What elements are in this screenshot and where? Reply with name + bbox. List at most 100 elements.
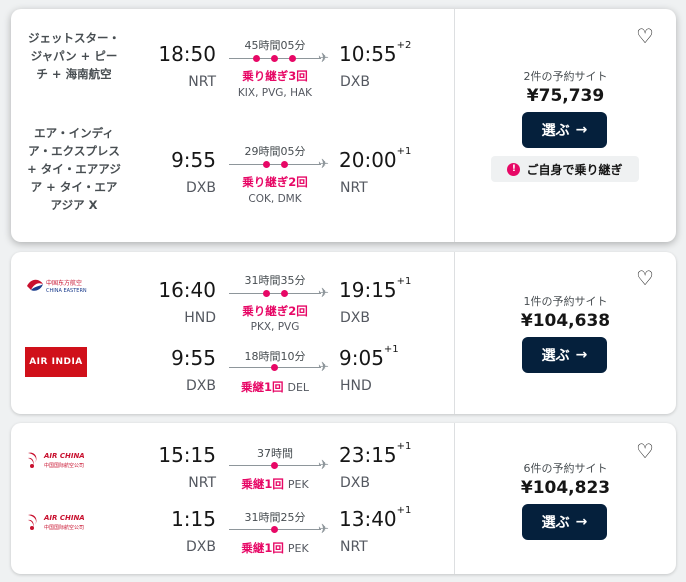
stops-label: 乗り継ぎ2回	[242, 304, 308, 318]
day-offset: +1	[396, 441, 412, 452]
airline-name: エア・インディア・エクスプレス + タイ・エアアジア + タイ・エアアジア X	[27, 126, 121, 212]
departure-airport: DXB	[186, 539, 216, 555]
arrival-time: 20:00+1	[339, 146, 412, 172]
arrival-time: 10:55+2	[339, 40, 411, 66]
flight-duration: 31時間25分	[244, 511, 306, 524]
arrival-airport: DXB	[340, 74, 370, 90]
return-leg: AIR CHINA 中国国际航空公司 1:15 DXB 31時間25分 ✈ 乗継…	[11, 498, 454, 574]
arrival-time: 23:15+1	[339, 441, 412, 467]
arrow-right-icon: →	[575, 122, 588, 138]
flight-duration: 18時間10分	[244, 350, 306, 363]
booking-sites-count: 2件の予約サイト	[523, 70, 608, 83]
outbound-leg: 中国东方航空 CHINA EASTERN 16:40 HND 31時間35分 ✈…	[11, 252, 454, 333]
air-china-logo-text: AIR CHINA	[43, 452, 85, 460]
stop-dot	[263, 290, 270, 297]
price: ¥104,638	[520, 311, 611, 331]
price: ¥104,823	[520, 478, 611, 498]
select-button[interactable]: 選ぶ →	[522, 504, 607, 540]
booking-sites-count: 6件の予約サイト	[523, 462, 608, 475]
departure-time: 1:15	[171, 507, 216, 531]
arrival-time: 19:15+1	[339, 276, 412, 302]
result-card-3[interactable]: AIR CHINA 中国国际航空公司 15:15 NRT 37時間 ✈ 乗継1回…	[11, 423, 676, 574]
self-transfer-label: ご自身で乗り継ぎ	[526, 162, 623, 177]
stops-line	[229, 161, 321, 168]
arrow-right-icon: →	[575, 347, 588, 363]
arrival-time: 9:05+1	[339, 344, 399, 370]
stop-dot	[271, 462, 278, 469]
outbound-leg: ジェットスター・ジャパン + ピーチ + 海南航空 18:50 NRT 45時間…	[11, 9, 454, 124]
arrival-airport: HND	[340, 378, 372, 394]
china-eastern-logo-cn: 中国东方航空	[46, 279, 82, 287]
select-button-label: 選ぶ	[541, 348, 570, 364]
air-china-logo-text: AIR CHINA	[43, 514, 85, 522]
via-airports: PEK	[287, 478, 309, 491]
arrival-airport: DXB	[340, 475, 370, 491]
air-india-logo-text: AIR INDIA	[29, 357, 83, 367]
arrival-airport: NRT	[340, 180, 368, 196]
heart-outline-icon[interactable]: ♡	[636, 441, 654, 461]
plane-icon: ✈	[318, 360, 329, 375]
china-eastern-logo: 中国东方航空 CHINA EASTERN	[25, 276, 101, 300]
departure-time: 18:50	[158, 42, 216, 66]
arrival-time-value: 10:55	[339, 42, 397, 66]
stops-line	[229, 526, 321, 533]
result-card-1[interactable]: ジェットスター・ジャパン + ピーチ + 海南航空 18:50 NRT 45時間…	[11, 9, 676, 242]
plane-icon: ✈	[318, 522, 329, 537]
select-button-label: 選ぶ	[541, 515, 570, 531]
via-airports: PEK	[287, 542, 309, 555]
heart-outline-icon[interactable]: ♡	[636, 268, 654, 288]
price-panel: ♡ 6件の予約サイト ¥104,823 選ぶ →	[455, 423, 676, 574]
departure-time: 16:40	[158, 278, 216, 302]
stop-dot	[271, 55, 278, 62]
return-leg: エア・インディア・エクスプレス + タイ・エアアジア + タイ・エアアジア X …	[11, 124, 454, 242]
arrival-time-value: 9:05	[339, 346, 384, 370]
select-button[interactable]: 選ぶ →	[522, 337, 607, 373]
departure-time: 15:15	[158, 443, 216, 467]
flight-duration: 31時間35分	[244, 274, 306, 287]
stops-line	[229, 55, 321, 62]
flight-duration: 29時間05分	[244, 145, 306, 158]
arrival-time-value: 20:00	[339, 148, 397, 172]
day-offset: +1	[396, 276, 412, 287]
air-china-logo-cn: 中国国际航空公司	[44, 524, 84, 531]
self-transfer-badge: ! ご自身で乗り継ぎ	[491, 156, 639, 182]
stops-count: 乗継1回	[241, 477, 284, 491]
stop-dot	[281, 290, 288, 297]
departure-airport: NRT	[188, 475, 216, 491]
air-india-logo: AIR INDIA	[25, 347, 87, 377]
arrival-time: 13:40+1	[339, 505, 412, 531]
arrival-time-value: 13:40	[339, 507, 397, 531]
arrival-time-value: 19:15	[339, 278, 397, 302]
day-offset: +1	[396, 505, 412, 516]
plane-icon: ✈	[318, 286, 329, 301]
booking-sites-count: 1件の予約サイト	[523, 295, 608, 308]
air-china-logo-cn: 中国国际航空公司	[44, 462, 84, 469]
arrival-airport: DXB	[340, 310, 370, 326]
select-button[interactable]: 選ぶ →	[522, 112, 607, 148]
arrival-time-value: 23:15	[339, 443, 397, 467]
flight-duration: 37時間	[257, 447, 293, 460]
outbound-leg: AIR CHINA 中国国际航空公司 15:15 NRT 37時間 ✈ 乗継1回…	[11, 423, 454, 498]
flight-duration: 45時間05分	[244, 39, 306, 52]
stop-dot	[253, 55, 260, 62]
stops-label: 乗継1回 PEK	[211, 476, 339, 492]
plane-icon: ✈	[318, 157, 329, 172]
heart-outline-icon[interactable]: ♡	[636, 26, 654, 46]
price: ¥75,739	[526, 86, 605, 106]
airline-name: ジェットスター・ジャパン + ピーチ + 海南航空	[28, 31, 120, 81]
stop-dot	[289, 55, 296, 62]
stops-label: 乗り継ぎ3回	[242, 69, 308, 83]
via-airports: DEL	[287, 381, 310, 394]
result-card-2[interactable]: 中国东方航空 CHINA EASTERN 16:40 HND 31時間35分 ✈…	[11, 252, 676, 414]
stop-dot	[263, 161, 270, 168]
return-leg: AIR INDIA 9:55 DXB 18時間10分 ✈ 乗継1回 DEL 9:…	[11, 333, 454, 414]
alert-icon: !	[507, 162, 521, 176]
stops-count: 乗継1回	[241, 541, 284, 555]
day-offset: +1	[383, 344, 399, 355]
price-panel: ♡ 2件の予約サイト ¥75,739 選ぶ → ! ご自身で乗り継ぎ	[455, 9, 676, 242]
stops-label: 乗継1回 DEL	[211, 379, 339, 395]
day-offset: +1	[396, 146, 412, 157]
stops-line	[229, 364, 321, 371]
via-airports: KIX, PVG, HAK	[237, 87, 313, 99]
stops-label: 乗り継ぎ2回	[242, 175, 308, 189]
